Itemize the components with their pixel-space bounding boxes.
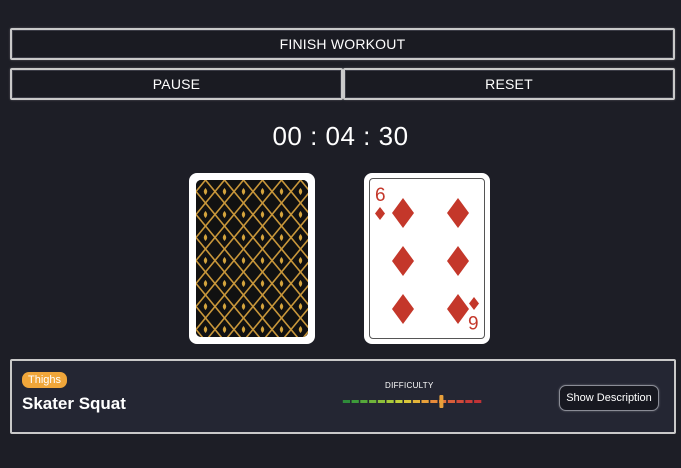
finish-workout-button[interactable]: FINISH WORKOUT: [10, 28, 675, 60]
card-rank-top: 6: [375, 185, 386, 206]
card-back-pattern: [196, 180, 308, 337]
exercise-panel: Thighs Skater Squat DIFFICULTY Show Desc…: [10, 359, 676, 434]
diamond-icon: [469, 297, 479, 310]
difficulty-segment: [474, 400, 482, 403]
difficulty-segment: [456, 400, 464, 403]
card-face[interactable]: 6 6: [364, 173, 490, 344]
diamond-icon: [447, 294, 469, 324]
muscle-group-badge: Thighs: [22, 372, 68, 388]
card-back[interactable]: [189, 173, 315, 344]
difficulty-segment: [386, 400, 394, 403]
difficulty-meter: [342, 395, 482, 408]
difficulty-segment: [412, 400, 420, 403]
show-description-button[interactable]: Show Description: [559, 385, 659, 411]
difficulty-label: DIFFICULTY: [385, 381, 434, 390]
difficulty-segment: [395, 400, 403, 403]
workout-timer: 00 : 04 : 30: [272, 121, 409, 151]
difficulty-marker: [439, 395, 444, 408]
difficulty-segment: [404, 400, 412, 403]
pause-button[interactable]: PAUSE: [10, 68, 343, 100]
difficulty-segment: [342, 400, 350, 403]
diamond-icon: [375, 207, 385, 220]
card-rank-bottom: 6: [468, 311, 479, 332]
exercise-name: Skater Squat: [22, 394, 126, 413]
difficulty-segment: [430, 400, 438, 403]
card-face-inner: 6 6: [369, 178, 485, 339]
difficulty-segment: [465, 400, 473, 403]
difficulty-segment: [369, 400, 377, 403]
diamond-icon: [392, 246, 414, 276]
difficulty-segment: [351, 400, 359, 403]
difficulty-segment: [377, 400, 385, 403]
diamond-icon: [392, 198, 414, 228]
diamond-icon: [447, 198, 469, 228]
diamond-icon: [392, 294, 414, 324]
diamond-icon: [447, 246, 469, 276]
difficulty-segment: [447, 400, 455, 403]
card-back-pattern-svg: [196, 180, 308, 337]
reset-button[interactable]: RESET: [343, 68, 675, 100]
difficulty-segment: [421, 400, 429, 403]
difficulty-segment: [360, 400, 368, 403]
